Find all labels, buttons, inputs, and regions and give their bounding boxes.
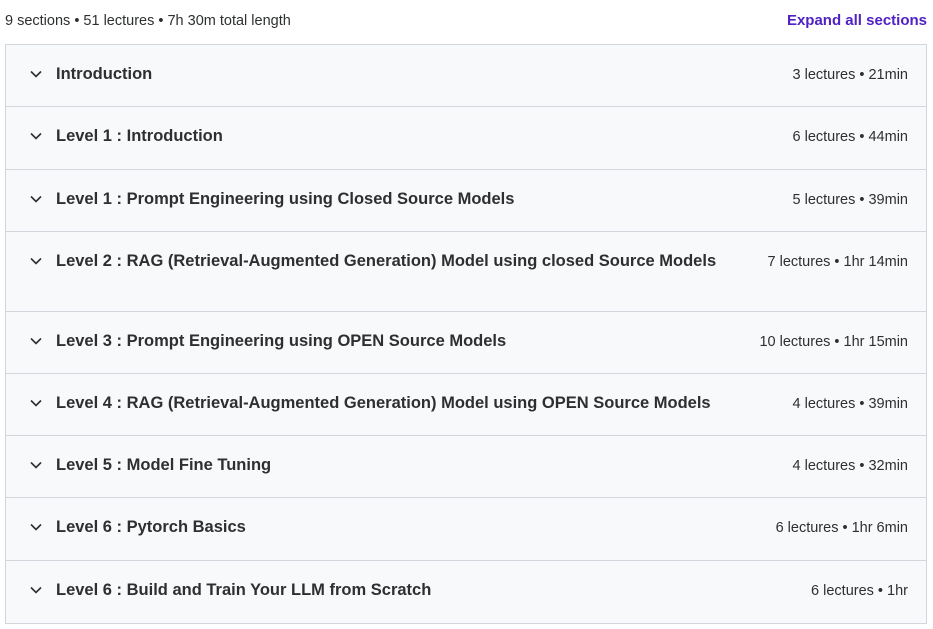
section-meta: 6 lectures • 1hr 6min <box>775 520 908 536</box>
section-row-7[interactable]: Level 5 : Model Fine Tuning 4 lectures •… <box>6 436 926 498</box>
chevron-down-icon <box>29 583 43 597</box>
chevron-down-icon <box>29 192 43 206</box>
chevron-down-icon <box>29 129 43 143</box>
section-meta: 3 lectures • 21min <box>792 67 909 83</box>
section-title: Level 2 : RAG (Retrieval-Augmented Gener… <box>56 252 717 270</box>
section-title: Level 3 : Prompt Engineering using OPEN … <box>56 332 507 350</box>
chevron-down-icon <box>29 396 43 410</box>
section-title: Level 1 : Introduction <box>56 127 223 145</box>
curriculum-header: 9 sections • 51 lectures • 7h 30m total … <box>0 0 933 44</box>
chevron-down-icon <box>29 67 43 81</box>
section-title: Level 5 : Model Fine Tuning <box>56 456 272 474</box>
section-title: Level 6 : Pytorch Basics <box>56 518 246 536</box>
section-row-2[interactable]: Level 1 : Introduction 6 lectures • 44mi… <box>6 107 926 170</box>
chevron-down-icon <box>29 520 43 534</box>
section-meta: 7 lectures • 1hr 14min <box>767 254 908 270</box>
section-title: Level 1 : Prompt Engineering using Close… <box>56 190 515 208</box>
section-row-1[interactable]: Introduction 3 lectures • 21min <box>6 45 926 107</box>
curriculum-summary: 9 sections • 51 lectures • 7h 30m total … <box>5 13 291 29</box>
section-row-3[interactable]: Level 1 : Prompt Engineering using Close… <box>6 170 926 232</box>
section-row-9[interactable]: Level 6 : Build and Train Your LLM from … <box>6 561 926 624</box>
section-list: Introduction 3 lectures • 21min Level 1 … <box>5 44 927 624</box>
chevron-down-icon <box>29 254 43 268</box>
section-meta: 10 lectures • 1hr 15min <box>759 334 908 350</box>
section-meta: 6 lectures • 1hr <box>811 583 908 599</box>
chevron-down-icon <box>29 334 43 348</box>
section-row-5[interactable]: Level 3 : Prompt Engineering using OPEN … <box>6 312 926 374</box>
section-meta: 6 lectures • 44min <box>792 129 909 145</box>
section-row-6[interactable]: Level 4 : RAG (Retrieval-Augmented Gener… <box>6 374 926 436</box>
section-row-8[interactable]: Level 6 : Pytorch Basics 6 lectures • 1h… <box>6 498 926 561</box>
section-meta: 5 lectures • 39min <box>792 192 909 208</box>
section-row-4[interactable]: Level 2 : RAG (Retrieval-Augmented Gener… <box>6 232 926 312</box>
section-meta: 4 lectures • 32min <box>792 458 909 474</box>
expand-all-sections-button[interactable]: Expand all sections <box>787 12 927 29</box>
section-title: Introduction <box>56 65 153 83</box>
chevron-down-icon <box>29 458 43 472</box>
section-title: Level 6 : Build and Train Your LLM from … <box>56 581 432 599</box>
section-meta: 4 lectures • 39min <box>792 396 909 412</box>
section-title: Level 4 : RAG (Retrieval-Augmented Gener… <box>56 394 711 412</box>
